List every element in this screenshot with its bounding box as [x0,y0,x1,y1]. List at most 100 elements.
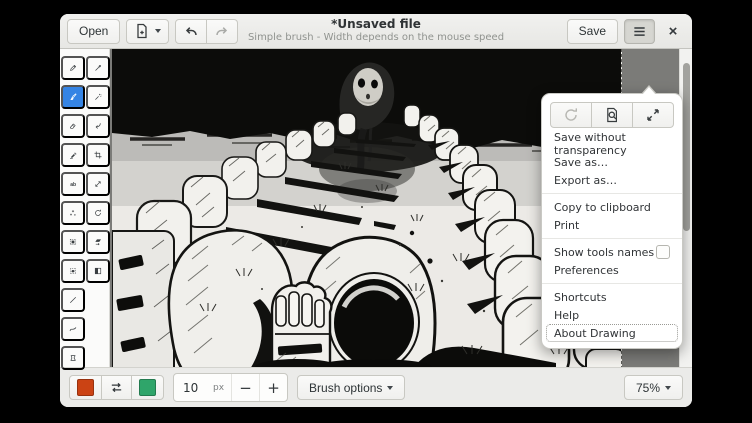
tool-eraser[interactable] [61,114,85,138]
menu-item-label: Save as… [554,156,608,169]
menu-item-label: Preferences [554,264,619,277]
fullscreen-button[interactable] [632,102,674,128]
undo-button[interactable] [175,19,207,44]
menu-item-label: Print [554,219,579,232]
open-button-label: Open [79,24,108,38]
menu-item-label: Help [554,309,579,322]
menu-item-shortcuts[interactable]: Shortcuts [542,288,682,306]
menu-item-preferences[interactable]: Preferences [542,261,682,279]
open-button[interactable]: Open [67,19,120,44]
redo-button[interactable] [206,19,238,44]
magic-wand-icon [94,89,102,105]
new-image-icon [134,23,150,39]
popover-arrow [641,85,657,94]
menu-item-label: Copy to clipboard [554,201,651,214]
zoom-level-button[interactable]: 75% [624,375,683,400]
line-icon [69,292,77,308]
drawing-app-window: *Unsaved file Simple brush - Width depen… [60,14,692,407]
hamburger-icon [632,24,647,39]
swap-colors-icon [109,380,124,395]
primary-color-swatch [77,379,94,396]
tool-rect-select[interactable] [61,230,85,254]
close-icon: × [669,23,678,40]
curve-icon [69,321,77,337]
tool-shape[interactable] [61,346,85,370]
secondary-color-swatch [139,379,156,396]
tool-rotate[interactable] [86,201,110,225]
menu-item-help[interactable]: Help [542,306,682,324]
tool-pencil[interactable] [61,56,85,80]
primary-color-button[interactable] [69,375,102,400]
rotate-icon [94,205,102,221]
rect-select-icon [69,234,77,250]
window-subtitle: Simple brush - Width depends on the mous… [248,32,504,44]
chevron-down-icon [665,386,671,390]
tool-color-picker[interactable] [86,56,110,80]
close-button[interactable]: × [661,19,685,43]
tool-size-spinbutton: 10 px − + [173,373,288,402]
crop-icon [94,147,102,163]
swap-colors-button[interactable] [101,375,132,400]
main-menu-button[interactable] [624,19,655,44]
tools-sidebar: ab [60,49,110,367]
save-button[interactable]: Save [567,19,618,44]
scale-icon [94,176,102,192]
tool-brush[interactable] [61,85,85,109]
tool-highlighter[interactable] [61,143,85,167]
menu-item-label: Export as… [554,174,617,187]
eyedropper-icon [94,60,102,76]
size-increase-button[interactable]: + [259,374,287,401]
tool-scale[interactable] [86,172,110,196]
new-image-menu-button[interactable] [126,19,169,44]
tool-size-unit: px [213,383,231,393]
menu-item-export-as[interactable]: Export as… [542,171,682,189]
menu-separator [542,238,682,239]
tool-text[interactable]: ab [61,172,85,196]
tool-size-value[interactable]: 10 [174,381,213,395]
tool-crop[interactable] [86,143,110,167]
brush-options-button[interactable]: Brush options [297,375,405,400]
tool-filters[interactable] [86,259,110,283]
menu-separator [542,283,682,284]
show-tools-names-checkbox[interactable] [656,245,670,259]
menu-item-copy-to-clipboard[interactable]: Copy to clipboard [542,198,682,216]
tool-curve[interactable] [61,317,85,341]
paint-icon [94,118,102,134]
save-button-label: Save [579,24,606,38]
brush-options-label: Brush options [309,381,382,395]
chevron-down-icon [155,29,161,33]
menu-icon-row [550,102,674,128]
main-menu-popover: Save without transparency Save as… Expor… [541,93,683,349]
tool-points[interactable] [61,201,85,225]
brush-icon [69,89,77,105]
window-title: *Unsaved file [331,18,421,32]
tool-skew[interactable] [86,230,110,254]
menu-item-about-drawing[interactable]: About Drawing [546,324,678,342]
tool-color-selection[interactable] [86,85,110,109]
tool-line[interactable] [61,288,85,312]
pencil-icon [69,60,77,76]
tool-free-select[interactable] [61,259,85,283]
menu-item-label: About Drawing [554,327,636,340]
tool-paint[interactable] [86,114,110,138]
menu-item-show-tools-names[interactable]: Show tools names [542,243,682,261]
chevron-down-icon [387,386,393,390]
window-body: ab [60,49,692,367]
secondary-color-button[interactable] [131,375,164,400]
scrollbar-thumb[interactable] [683,63,690,231]
filters-icon [94,263,102,279]
text-icon: ab [69,176,77,192]
eraser-icon [69,118,77,134]
fullscreen-icon [645,107,661,123]
skew-icon [94,234,102,250]
size-decrease-button[interactable]: − [231,374,259,401]
svg-text:ab: ab [70,181,76,187]
menu-item-print[interactable]: Print [542,216,682,234]
menu-item-save-without-transparency[interactable]: Save without transparency [542,135,682,153]
reload-button[interactable] [550,102,592,128]
image-properties-button[interactable] [591,102,633,128]
bottom-options-bar: 10 px − + Brush options 75% [60,367,692,407]
image-properties-icon [604,107,620,123]
menu-separator [542,193,682,194]
zoom-level-value: 75% [636,381,660,395]
